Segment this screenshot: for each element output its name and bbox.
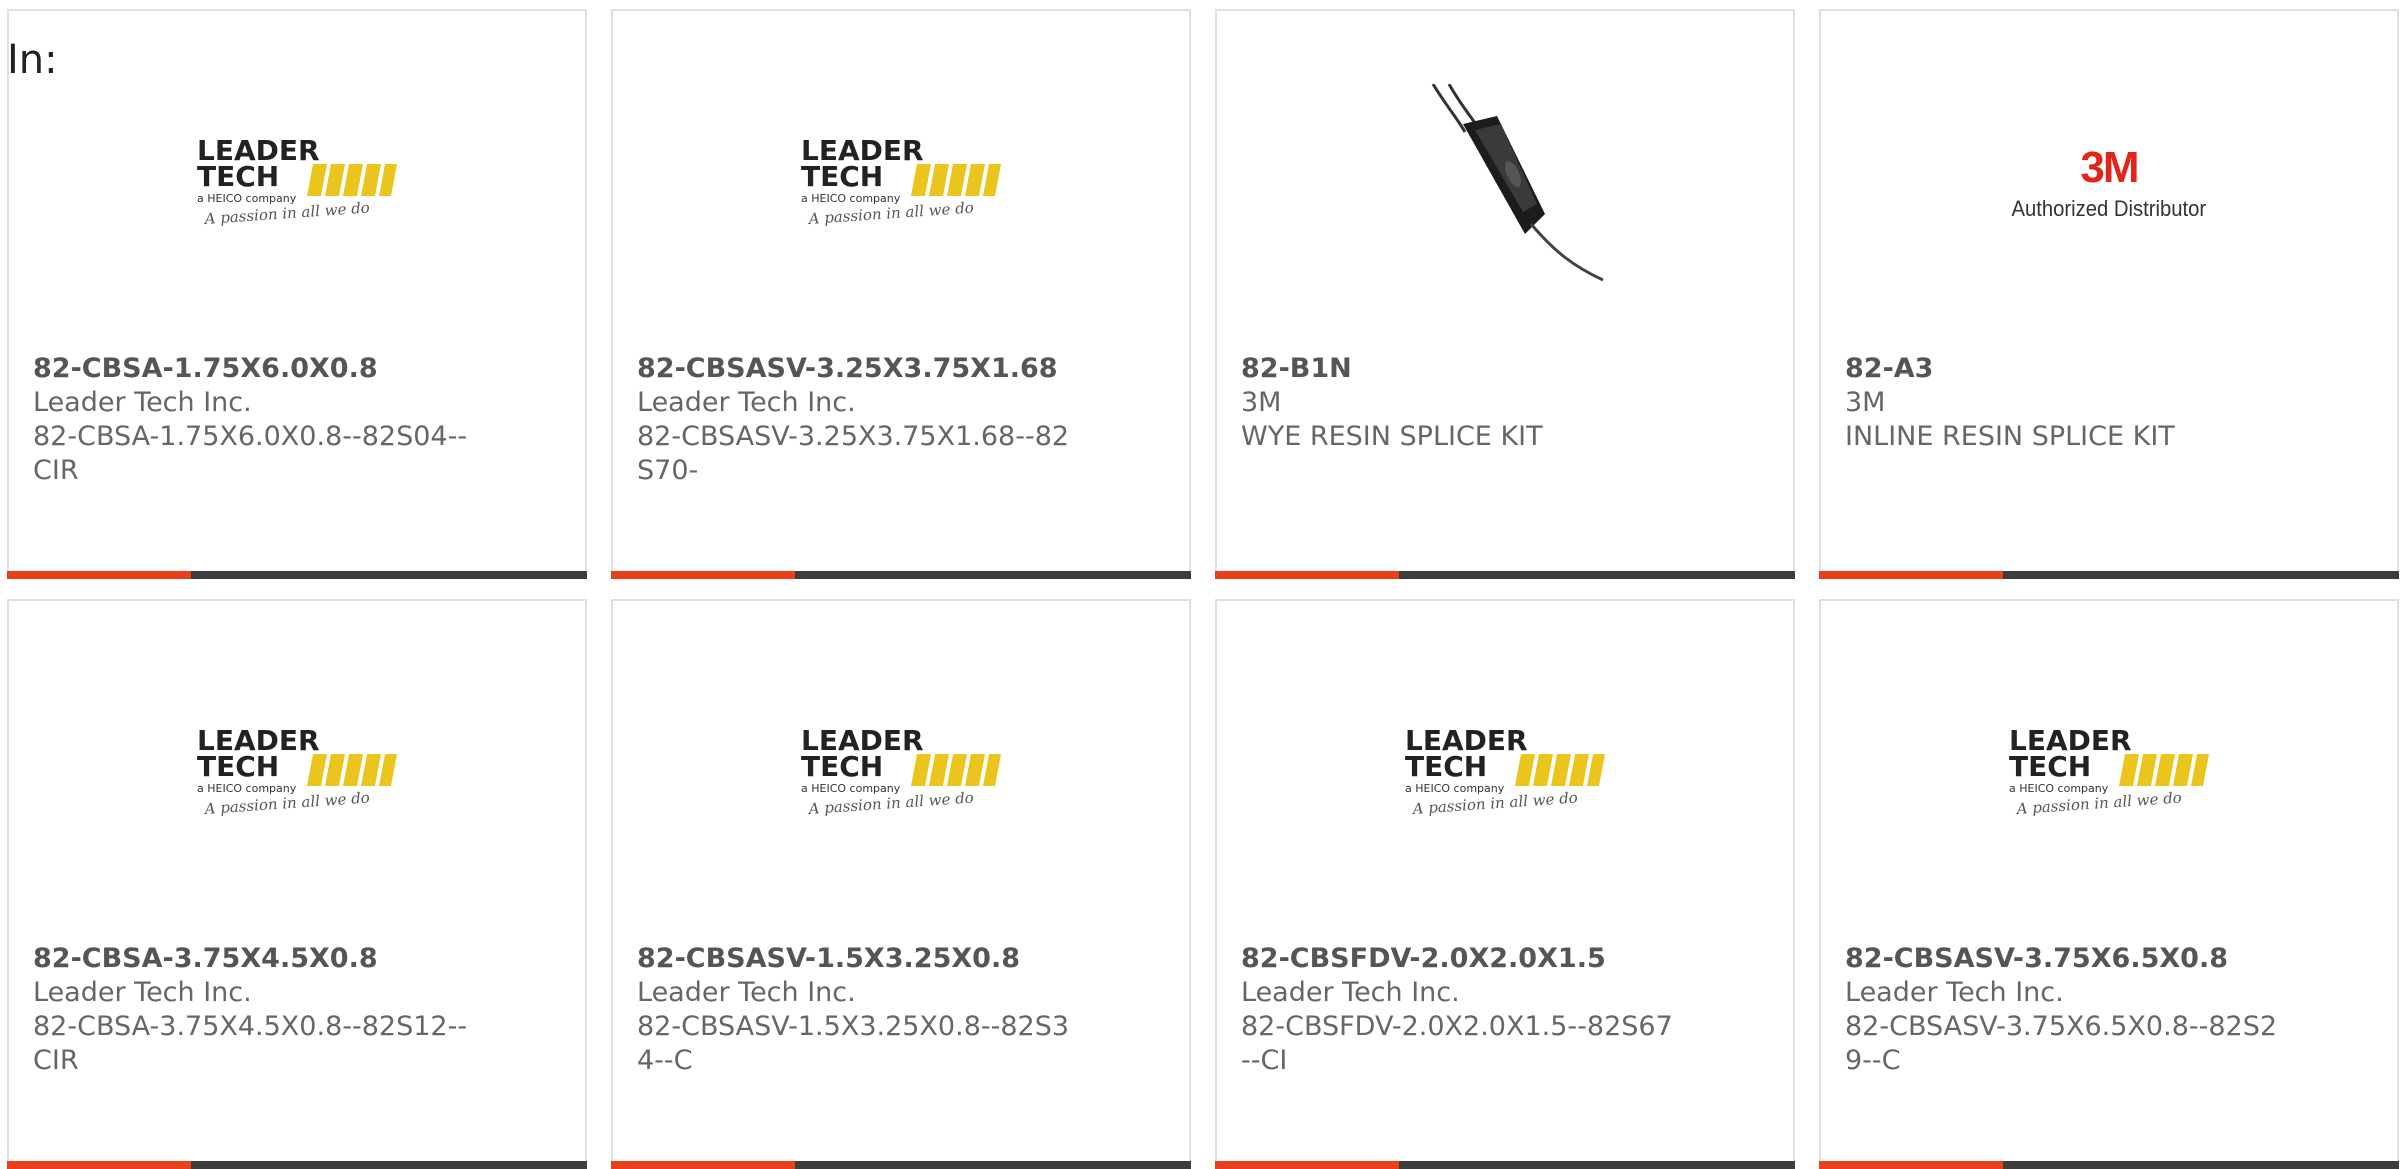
manufacturer: Leader Tech Inc. bbox=[637, 977, 856, 1008]
part-number[interactable]: 82-CBSASV-3.75X6.5X0.8 bbox=[1845, 942, 2285, 976]
card-accent-bar bbox=[7, 1161, 191, 1169]
svg-text:a HEICO company: a HEICO company bbox=[1405, 782, 1505, 795]
leader-tech-logo: LEADER TECH a HEICO company A passion in… bbox=[801, 724, 1001, 818]
description: WYE RESIN SPLICE KIT bbox=[1241, 421, 1543, 452]
description: 82-CBSFDV-2.0X2.0X1.5--82S67--CI bbox=[1241, 1011, 1673, 1076]
manufacturer: Leader Tech Inc. bbox=[1241, 977, 1460, 1008]
product-card[interactable]: LEADER TECH a HEICO company A passion in… bbox=[1819, 599, 2399, 1169]
leader-tech-logo: LEADER TECH a HEICO company A passion in… bbox=[197, 724, 397, 818]
svg-text:a HEICO company: a HEICO company bbox=[197, 782, 297, 795]
svg-text:TECH: TECH bbox=[801, 160, 883, 193]
3m-logo: 3M Authorized Distributor bbox=[2003, 146, 2215, 222]
part-number[interactable]: 82-CBSA-1.75X6.0X0.8 bbox=[33, 352, 473, 386]
svg-text:a HEICO company: a HEICO company bbox=[2009, 782, 2109, 795]
product-image: LEADER TECH a HEICO company A passion in… bbox=[9, 667, 585, 881]
product-image: LEADER TECH a HEICO company A passion in… bbox=[9, 77, 585, 291]
product-card[interactable]: LEADER TECH a HEICO company A passion in… bbox=[7, 9, 587, 579]
svg-text:TECH: TECH bbox=[197, 750, 279, 783]
svg-text:a HEICO company: a HEICO company bbox=[197, 192, 297, 205]
manufacturer: Leader Tech Inc. bbox=[637, 387, 856, 418]
svg-text:TECH: TECH bbox=[2009, 750, 2091, 783]
card-accent-bar bbox=[1819, 1161, 2003, 1169]
manufacturer: Leader Tech Inc. bbox=[33, 977, 252, 1008]
description: 82-CBSASV-3.75X6.5X0.8--82S29--C bbox=[1845, 1011, 2278, 1076]
leader-tech-logo: LEADER TECH a HEICO company A passion in… bbox=[1405, 724, 1605, 818]
card-bottom-bar bbox=[7, 1161, 587, 1169]
product-card[interactable]: 3M Authorized Distributor 82-A3 3M INLIN… bbox=[1819, 9, 2399, 579]
manufacturer: Leader Tech Inc. bbox=[1845, 977, 2064, 1008]
3m-mark: 3M bbox=[2080, 143, 2139, 192]
product-card[interactable]: LEADER TECH a HEICO company A passion in… bbox=[611, 599, 1191, 1169]
manufacturer: 3M bbox=[1845, 387, 1886, 418]
description: 82-CBSA-1.75X6.0X0.8--82S04--CIR bbox=[33, 421, 468, 486]
svg-text:TECH: TECH bbox=[801, 750, 883, 783]
card-accent-bar bbox=[7, 571, 191, 579]
card-accent-bar bbox=[1819, 571, 2003, 579]
card-accent-bar bbox=[1215, 571, 1399, 579]
svg-text:a HEICO company: a HEICO company bbox=[801, 782, 901, 795]
product-card[interactable]: 82-B1N 3M WYE RESIN SPLICE KIT bbox=[1215, 9, 1795, 579]
product-card[interactable]: LEADER TECH a HEICO company A passion in… bbox=[1215, 599, 1795, 1169]
card-accent-bar bbox=[1215, 1161, 1399, 1169]
manufacturer: 3M bbox=[1241, 387, 1282, 418]
product-image: LEADER TECH a HEICO company A passion in… bbox=[613, 77, 1189, 291]
card-bottom-bar bbox=[1215, 571, 1795, 579]
description: 82-CBSA-3.75X4.5X0.8--82S12--CIR bbox=[33, 1011, 468, 1076]
product-card[interactable]: LEADER TECH a HEICO company A passion in… bbox=[611, 9, 1191, 579]
part-number[interactable]: 82-CBSASV-1.5X3.25X0.8 bbox=[637, 942, 1077, 976]
svg-text:TECH: TECH bbox=[1405, 750, 1487, 783]
manufacturer: Leader Tech Inc. bbox=[33, 387, 252, 418]
description: 82-CBSASV-3.25X3.75X1.68--82S70- bbox=[637, 421, 1070, 486]
card-bottom-bar bbox=[1819, 571, 2399, 579]
product-image: LEADER TECH a HEICO company A passion in… bbox=[613, 667, 1189, 881]
card-bottom-bar bbox=[611, 1161, 1191, 1169]
filter-in-label: In: bbox=[7, 37, 58, 83]
part-number[interactable]: 82-B1N bbox=[1241, 352, 1681, 386]
card-accent-bar bbox=[611, 571, 795, 579]
card-bottom-bar bbox=[7, 571, 587, 579]
part-number[interactable]: 82-CBSA-3.75X4.5X0.8 bbox=[33, 942, 473, 976]
product-image: LEADER TECH a HEICO company A passion in… bbox=[1821, 667, 2397, 881]
description: INLINE RESIN SPLICE KIT bbox=[1845, 421, 2175, 452]
product-card[interactable]: LEADER TECH a HEICO company A passion in… bbox=[7, 599, 587, 1169]
product-image: LEADER TECH a HEICO company A passion in… bbox=[1217, 667, 1793, 881]
card-bottom-bar bbox=[611, 571, 1191, 579]
leader-tech-logo: LEADER TECH a HEICO company A passion in… bbox=[2009, 724, 2209, 818]
part-number[interactable]: 82-CBSASV-3.25X3.75X1.68 bbox=[637, 352, 1077, 386]
svg-text:TECH: TECH bbox=[197, 160, 279, 193]
description: 82-CBSASV-1.5X3.25X0.8--82S34--C bbox=[637, 1011, 1070, 1076]
product-image bbox=[1217, 77, 1793, 291]
product-image: 3M Authorized Distributor bbox=[1821, 77, 2397, 291]
leader-tech-logo: LEADER TECH a HEICO company A passion in… bbox=[801, 134, 1001, 228]
svg-text:a HEICO company: a HEICO company bbox=[801, 192, 901, 205]
card-bottom-bar bbox=[1215, 1161, 1795, 1169]
leader-tech-logo: LEADER TECH a HEICO company A passion in… bbox=[197, 134, 397, 228]
part-number[interactable]: 82-A3 bbox=[1845, 352, 2285, 386]
splice-kit-photo bbox=[1431, 84, 1604, 282]
card-accent-bar bbox=[611, 1161, 795, 1169]
part-number[interactable]: 82-CBSFDV-2.0X2.0X1.5 bbox=[1241, 942, 1681, 976]
card-bottom-bar bbox=[1819, 1161, 2399, 1169]
product-grid: LEADER TECH a HEICO company A passion in… bbox=[7, 9, 2399, 1169]
3m-subtitle: Authorized Distributor bbox=[2011, 196, 2207, 221]
